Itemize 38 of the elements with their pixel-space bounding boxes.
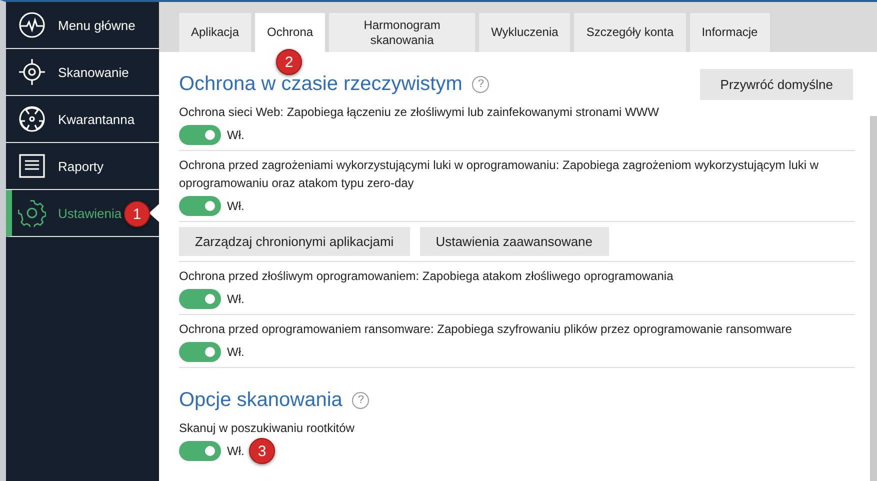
help-icon[interactable]: ? (472, 76, 490, 92)
tab[interactable]: Harmonogram skanowania (329, 13, 476, 52)
toggle-switch[interactable] (179, 441, 221, 461)
scrollbar[interactable] (870, 116, 877, 481)
tab[interactable]: Szczegóły konta (574, 13, 686, 52)
action-button[interactable]: Ustawienia zaawansowane (420, 227, 609, 256)
callout-badge: 1 (124, 201, 150, 227)
setting-label: Ochrona przed złośliwym oprogramowaniem: Zapobiega atakom złośliwego oprogramowania (179, 268, 674, 285)
toggle-state: Wł. (227, 444, 244, 458)
pulse-icon (18, 11, 46, 39)
tab[interactable]: Wykluczenia (479, 13, 570, 52)
setting-label: Ochrona sieci Web: Zapobiega łączeniu ze złośliwymi lub zainfekowanymi stronami WWW (179, 104, 660, 121)
toggle-state: Wł. (227, 128, 244, 142)
section-title: Ochrona w czasie rzeczywistym (179, 72, 462, 96)
sidebar-item[interactable]: Raporty (6, 143, 159, 190)
toggle-state: Wł. (227, 199, 244, 213)
help-icon[interactable]: ? (352, 392, 370, 408)
setting-label: Ochrona przed oprogramowaniem ransomware: Zapobiega szyfrowaniu plików przez oprogramowanie ransomware (179, 321, 793, 338)
crosshair-icon (18, 58, 46, 86)
callout-badge: 3 (249, 438, 275, 464)
callout-badge: 2 (276, 49, 302, 75)
tab[interactable]: Ochrona (255, 13, 326, 52)
toggle-switch[interactable] (179, 342, 221, 362)
toggle-switch[interactable] (179, 196, 221, 216)
action-button[interactable]: Zarządzaj chronionymi aplikacjami (179, 227, 410, 256)
settings-icon (18, 199, 46, 227)
setting-label: Ochrona przed zagrożeniami wykorzystującymi luki w oprogramowaniu: Zapobiega zagrożeniom wykorzystującym luki w oprogramowaniu oraz atakom typu zero-day (179, 157, 820, 192)
tab[interactable]: Aplikacja (179, 13, 252, 52)
toggle-state: Wł. (227, 292, 244, 306)
reset-button[interactable]: Przywróć domyślne (700, 68, 853, 100)
section-title: Opcje skanowania (179, 388, 342, 412)
setting-label: Skanuj w poszukiwaniu rootkitów (179, 420, 356, 437)
radiation-icon (18, 105, 46, 133)
report-icon (18, 153, 46, 179)
toggle-switch[interactable] (179, 289, 221, 309)
tab[interactable]: Informacje (690, 13, 770, 52)
toggle-switch[interactable] (179, 125, 221, 145)
toggle-state: Wł. (227, 345, 244, 359)
